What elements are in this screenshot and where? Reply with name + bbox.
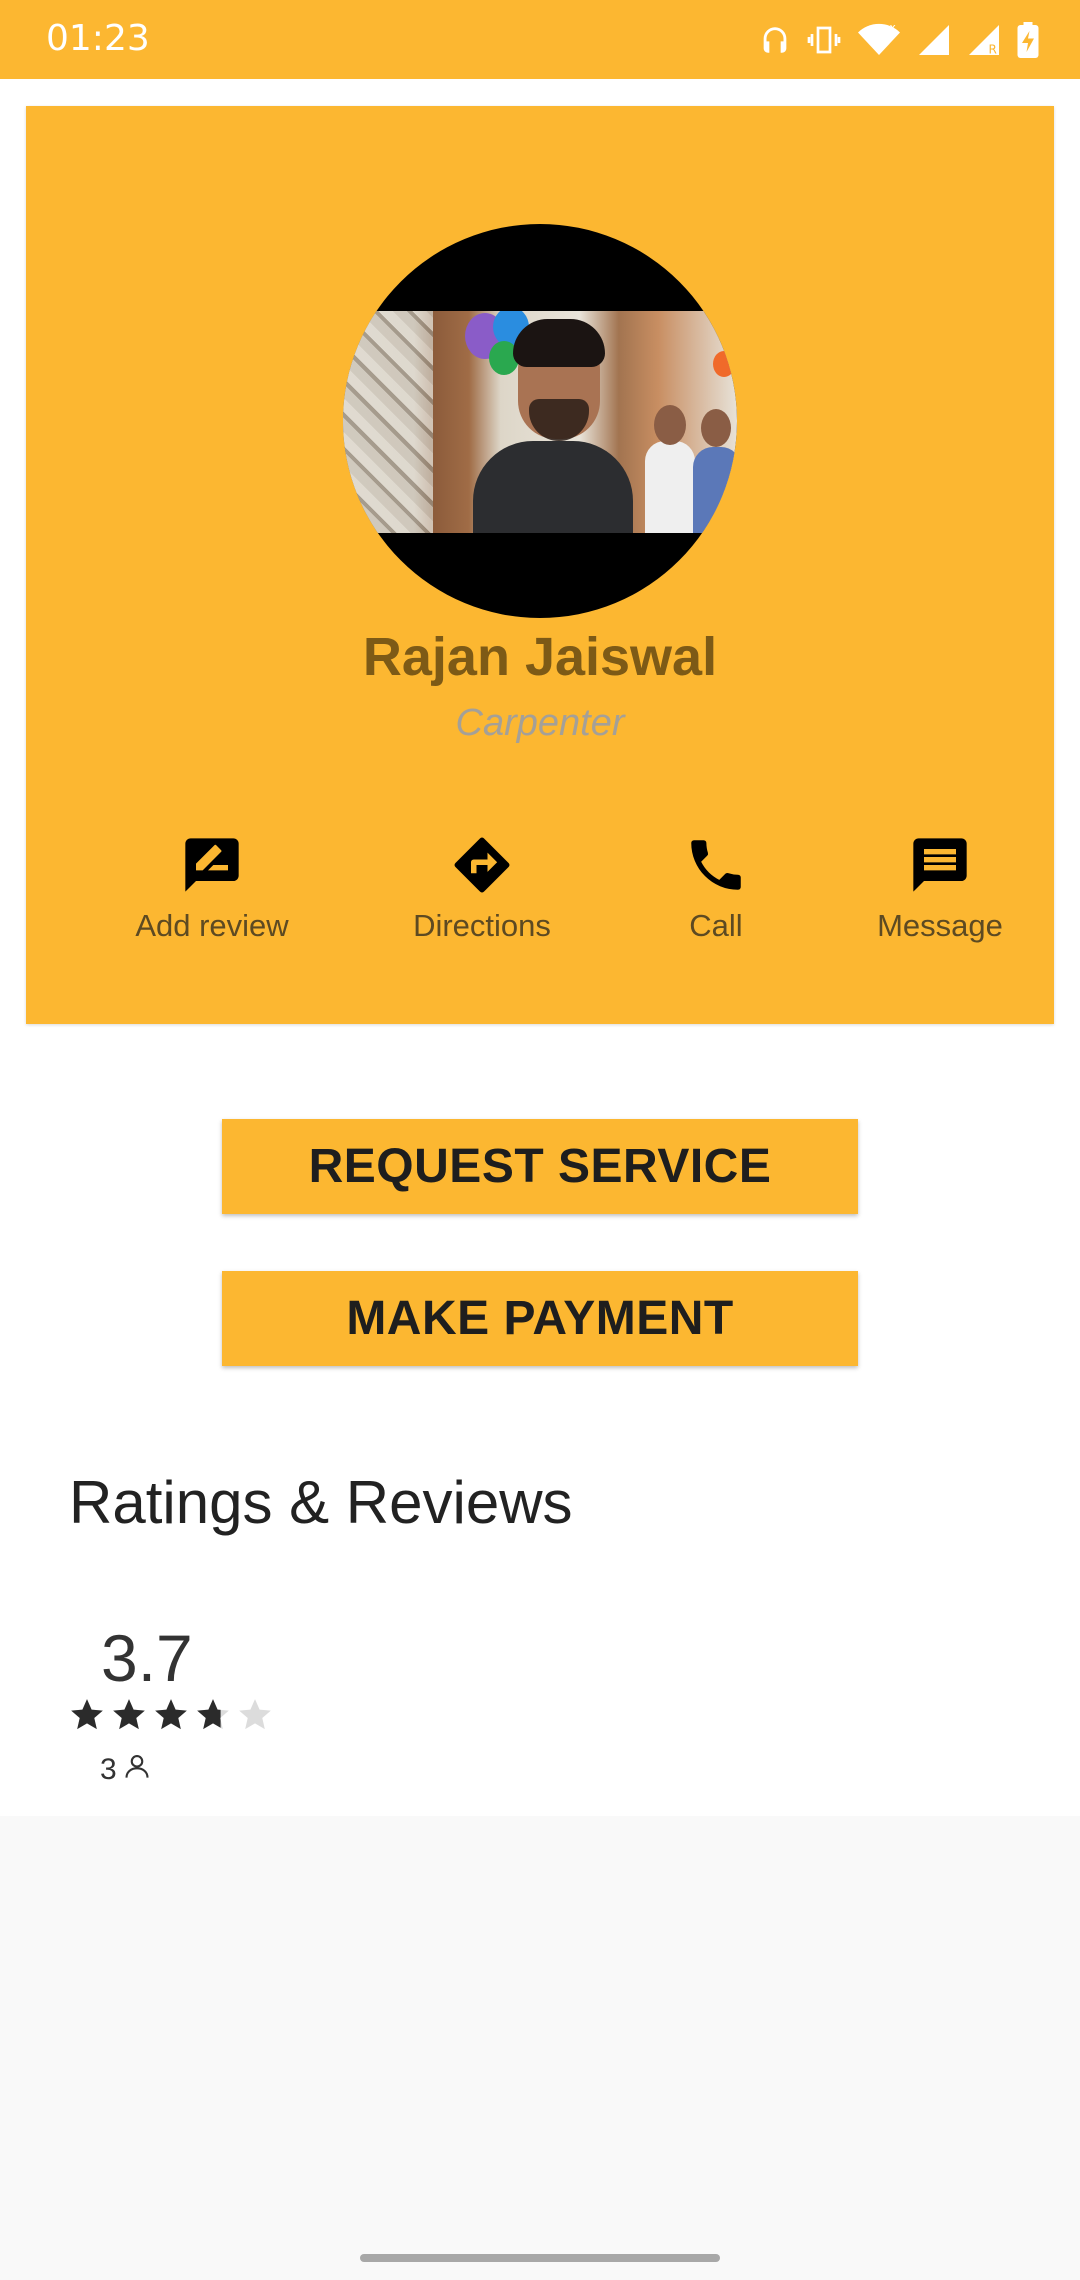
profile-name: Rajan Jaiswal (362, 627, 718, 687)
avatar (343, 224, 737, 618)
request-service-button[interactable]: REQUEST SERVICE (222, 1119, 858, 1214)
rating-stars (68, 1696, 274, 1734)
rating-count-value: 3 (100, 1753, 117, 1786)
star-icon (71, 1699, 103, 1730)
profile-profession: Carpenter (455, 702, 625, 744)
rate-review-icon (92, 830, 332, 900)
status-icons: x R (758, 18, 1040, 62)
signal-roaming-icon: R (966, 22, 1002, 58)
wifi-icon: x (856, 22, 902, 58)
svg-text:R: R (989, 43, 997, 57)
person-icon (123, 1752, 151, 1788)
home-indicator[interactable] (360, 2254, 720, 2262)
directions-icon (362, 830, 602, 900)
rating-average: 3.7 (101, 1621, 193, 1695)
directions-label: Directions (413, 908, 551, 943)
directions-button[interactable]: Directions (362, 830, 602, 944)
message-label: Message (877, 908, 1003, 943)
status-time: 01:23 (46, 18, 150, 59)
add-review-label: Add review (135, 908, 289, 943)
signal-icon (916, 22, 952, 58)
message-button[interactable]: Message (820, 830, 1060, 944)
ratings-reviews-title: Ratings & Reviews (69, 1469, 573, 1536)
add-review-button[interactable]: Add review (92, 830, 332, 944)
make-payment-button[interactable]: MAKE PAYMENT (222, 1271, 858, 1366)
rating-count: 3 (100, 1752, 151, 1788)
star-icon (113, 1699, 145, 1730)
battery-charging-icon (1016, 22, 1040, 58)
call-label: Call (689, 908, 743, 943)
call-button[interactable]: Call (596, 830, 836, 944)
profile-photo (343, 311, 737, 533)
headphones-icon (758, 22, 792, 58)
star-icon (155, 1699, 187, 1730)
action-bar: Add review Directions Call Message (26, 830, 1054, 960)
vibrate-icon (806, 22, 842, 58)
message-icon (820, 830, 1060, 900)
status-bar: 01:23 x R (0, 0, 1080, 79)
star-icon (239, 1699, 271, 1730)
svg-text:x: x (890, 22, 896, 34)
phone-icon (596, 830, 836, 900)
profile-card: Rajan Jaiswal Carpenter Add review Direc… (26, 106, 1054, 1024)
star-icon (197, 1699, 229, 1730)
